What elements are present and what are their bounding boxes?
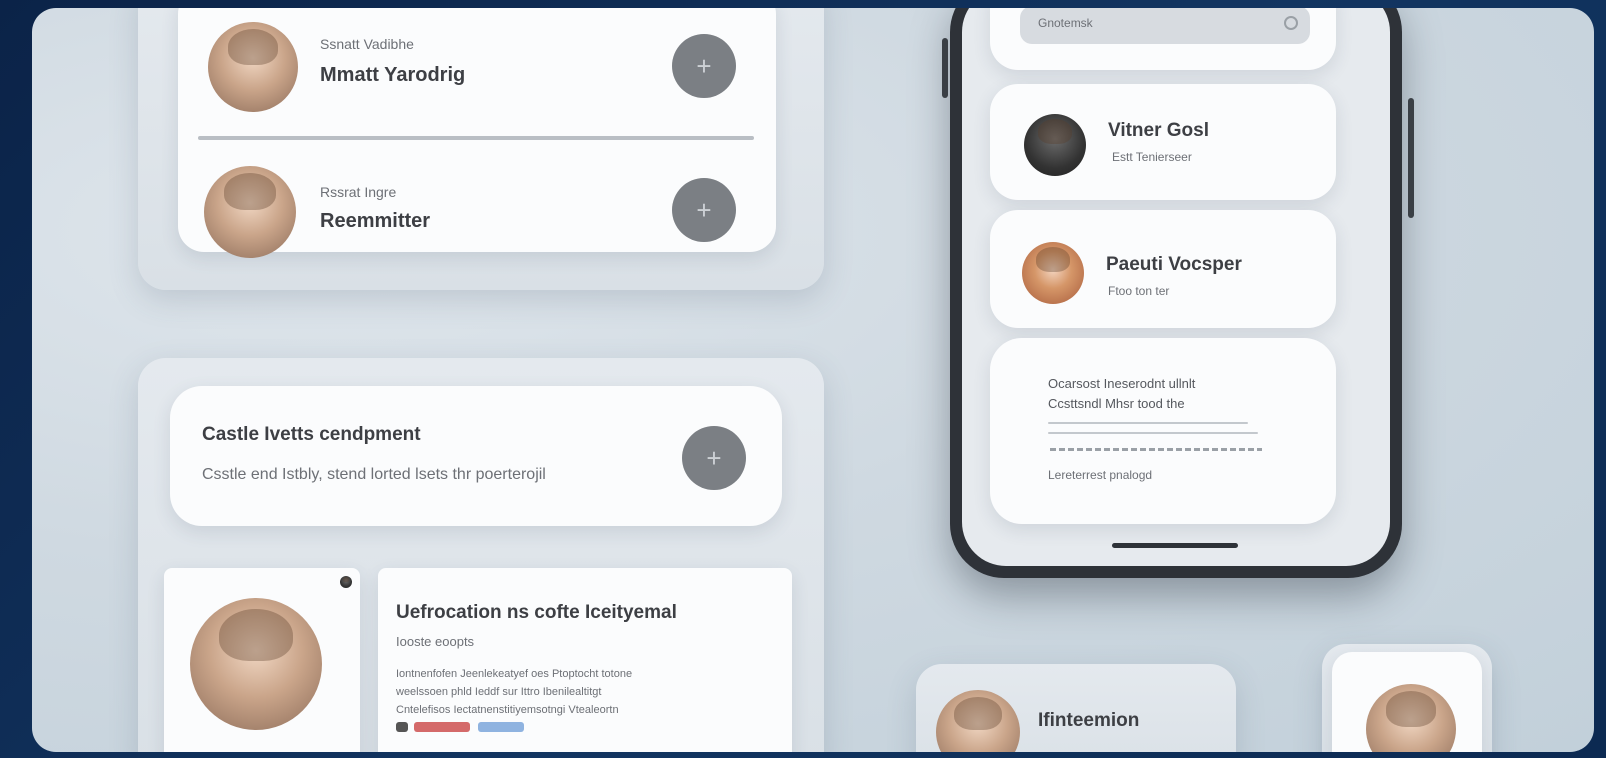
tag [478, 722, 524, 732]
bottom-card-name: Ifinteemion [1038, 710, 1140, 731]
contact-subtitle: Rssrat Ingre [320, 184, 397, 200]
avatar [1366, 684, 1456, 752]
profile-body-line: weelssoen phld Ieddf sur Ittro Ibenileal… [396, 686, 602, 698]
status-dot [340, 576, 352, 588]
profile-title: Uefrocation ns cofte Iceityemal [396, 602, 677, 623]
avatar [936, 690, 1020, 752]
phone-note-card: Ocarsost Ineserodnt ullnlt Ccsttsndl Mhs… [990, 338, 1336, 524]
list-item-name: Paeuti Vocsper [1106, 254, 1242, 275]
divider [1050, 448, 1262, 451]
phone-mockup: Gnotemsk Vitner Gosl Estt Tenierseer Pae… [942, 8, 1414, 578]
contact-subtitle: Ssnatt Vadibhe [320, 36, 414, 52]
invite-card: Castle Ivetts cendpment Csstle end Istbl… [170, 386, 782, 526]
divider [198, 136, 754, 140]
search-card: Gnotemsk [990, 8, 1336, 70]
bottom-avatar-panel [1322, 644, 1492, 752]
plus-icon[interactable]: + [672, 34, 736, 98]
phone-side-button [1408, 98, 1414, 218]
phone-screen: Gnotemsk Vitner Gosl Estt Tenierseer Pae… [962, 8, 1390, 566]
invite-panel: Castle Ivetts cendpment Csstle end Istbl… [138, 358, 824, 752]
list-item-name: Vitner Gosl [1108, 120, 1210, 141]
list-item-subtitle: Ftoo ton ter [1108, 284, 1170, 298]
tag [396, 722, 408, 732]
divider [1048, 422, 1248, 424]
divider [1048, 432, 1258, 434]
phone-list-item[interactable]: Vitner Gosl Estt Tenierseer [990, 84, 1336, 200]
avatar-card [1332, 652, 1482, 752]
plus-icon[interactable]: + [672, 178, 736, 242]
list-item-subtitle: Estt Tenierseer [1112, 150, 1192, 164]
avatar [1024, 114, 1086, 176]
note-footer: Lereterrest pnalogd [1048, 468, 1153, 482]
profile-avatar-card [164, 568, 360, 752]
invite-title: Castle Ivetts cendpment [202, 424, 421, 445]
profile-body-line: Cntelefisos Iectatnenstitiyemsotngi Vtea… [396, 704, 619, 716]
note-line: Ccsttsndl Mhsr tood the [1048, 396, 1185, 411]
contact-name: Mmatt Yarodrig [320, 64, 466, 86]
contacts-panel: Ssnatt Vadibhe Mmatt Yarodrig + Rssrat I… [138, 8, 824, 290]
profile-subtitle: Iooste eoopts [396, 634, 475, 649]
search-input[interactable]: Gnotemsk [1020, 8, 1310, 44]
profile-body-line: Iontnenfofen Jeenlekeatyef oes Ptoptocht… [396, 668, 633, 680]
home-indicator [1112, 543, 1238, 548]
canvas: Ssnatt Vadibhe Mmatt Yarodrig + Rssrat I… [32, 8, 1594, 752]
avatar [204, 166, 296, 258]
contact-name: Reemmitter [320, 210, 431, 232]
avatar [1022, 242, 1084, 304]
phone-list-item[interactable]: Paeuti Vocsper Ftoo ton ter [990, 210, 1336, 328]
phone-side-button [942, 38, 948, 98]
note-line: Ocarsost Ineserodnt ullnlt [1048, 376, 1196, 391]
tag [414, 722, 470, 732]
profile-details-card: Uefrocation ns cofte Iceityemal Iooste e… [378, 568, 792, 752]
avatar [190, 598, 322, 730]
search-placeholder: Gnotemsk [1038, 16, 1093, 30]
invite-body: Csstle end Istbly, stend lorted lsets th… [202, 466, 546, 483]
bottom-card-panel: Ifinteemion [916, 664, 1236, 752]
search-icon[interactable] [1284, 16, 1298, 30]
avatar [208, 22, 298, 112]
contacts-card: Ssnatt Vadibhe Mmatt Yarodrig + Rssrat I… [178, 8, 776, 258]
plus-icon[interactable]: + [682, 426, 746, 490]
